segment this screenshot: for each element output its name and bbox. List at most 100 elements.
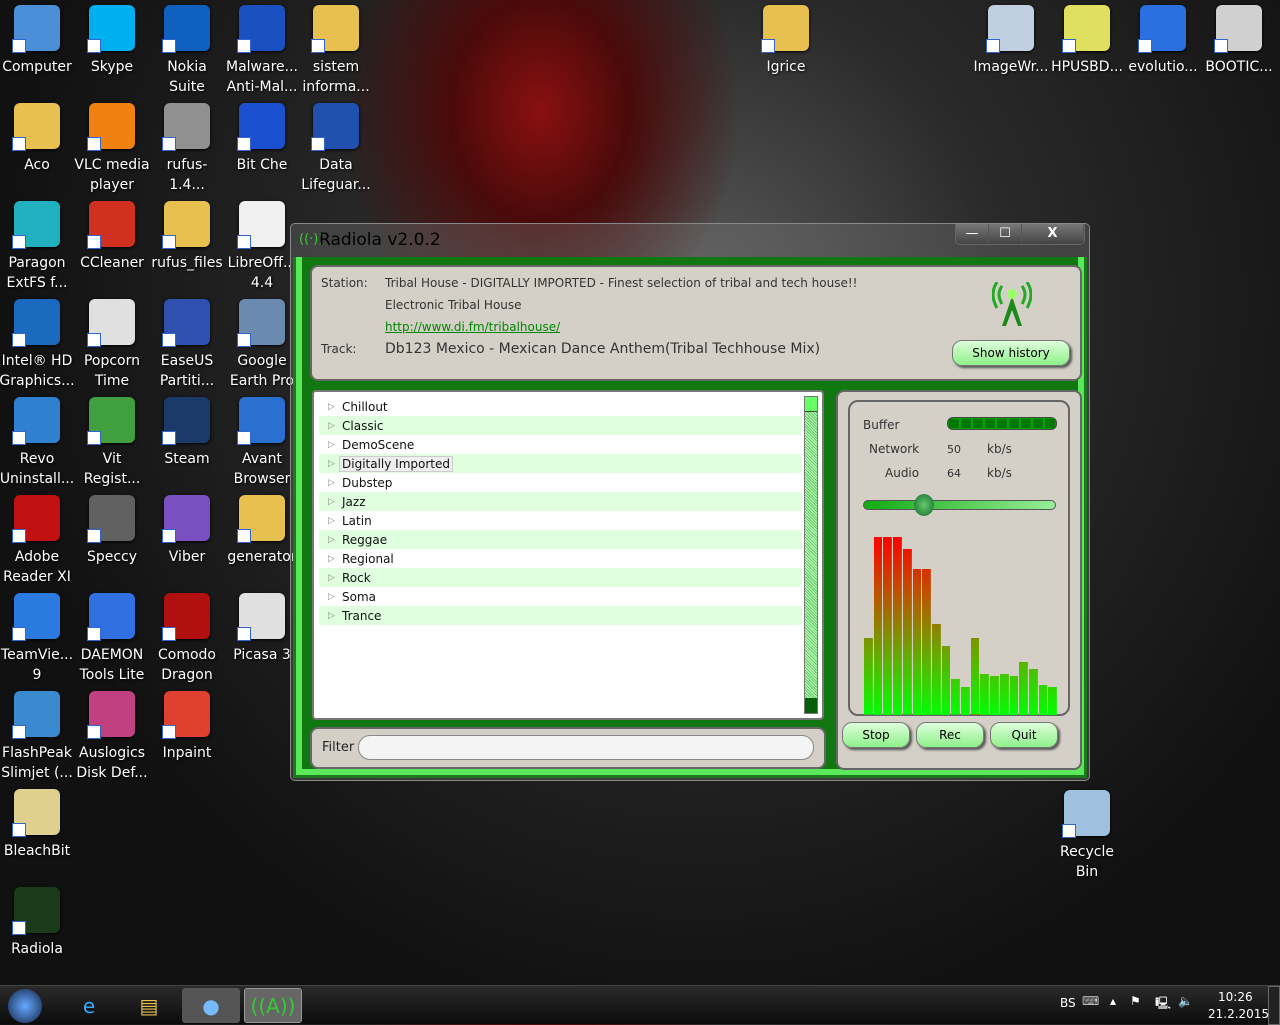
desktop-icon[interactable]: Recycle Bin (1049, 790, 1125, 888)
desktop-icon[interactable]: Speccy (74, 495, 150, 593)
desktop-icon-label: Malware... Anti-Mal... (226, 59, 298, 95)
desktop-icon[interactable]: Radiola (0, 887, 75, 985)
expand-arrow-icon[interactable]: ▷ (319, 554, 342, 564)
category-item[interactable]: ▷ Trance (319, 606, 802, 625)
internet-explorer-icon[interactable]: e (60, 988, 118, 1023)
filter-input[interactable] (358, 735, 814, 760)
desktop-icon-label: Recycle Bin (1060, 844, 1114, 880)
station-url-link[interactable]: http://www.di.fm/tribalhouse/ (385, 320, 560, 334)
desktop-icon[interactable]: Picasa 3 (224, 593, 300, 691)
keyboard-icon[interactable]: ⌨ (1082, 994, 1099, 1008)
expand-arrow-icon[interactable]: ▷ (319, 478, 342, 488)
desktop-icon[interactable]: CCleaner (74, 201, 150, 299)
desktop-icon[interactable]: VLC media player (74, 103, 150, 201)
desktop-icon-label: generator (227, 549, 297, 565)
rec-button[interactable]: Rec (916, 722, 984, 748)
quit-button[interactable]: Quit (990, 722, 1058, 748)
expand-arrow-icon[interactable]: ▷ (319, 516, 342, 526)
desktop-icon[interactable]: Nokia Suite (149, 5, 225, 103)
file-explorer-icon[interactable]: ▤ (120, 988, 178, 1023)
expand-arrow-icon[interactable]: ▷ (319, 402, 342, 412)
category-item[interactable]: ▷ Digitally Imported (319, 454, 802, 473)
desktop-icon[interactable]: generator (224, 495, 300, 593)
desktop-icon[interactable]: Vit Regist... (74, 397, 150, 495)
desktop-icon[interactable]: ImageWr... (973, 5, 1049, 103)
desktop-icon[interactable]: Comodo Dragon (149, 593, 225, 691)
desktop-igrice: Igrice (748, 5, 824, 103)
speaker-icon[interactable] (913, 494, 934, 516)
minimize-button[interactable]: — (956, 224, 989, 244)
show-hidden-icons[interactable]: ▴ (1110, 994, 1116, 1008)
desktop-icon[interactable]: Popcorn Time (74, 299, 150, 397)
desktop-icon[interactable]: EaseUS Partiti... (149, 299, 225, 397)
expand-arrow-icon[interactable]: ▷ (319, 573, 342, 583)
show-history-button[interactable]: Show history (952, 340, 1070, 366)
desktop-icon-label: Nokia Suite (167, 59, 207, 95)
desktop-icon[interactable]: Revo Uninstall... (0, 397, 75, 495)
desktop-icon[interactable]: Aco (0, 103, 75, 201)
desktop-icon[interactable]: rufus_files (149, 201, 225, 299)
desktop-icon-label: sistem informa... (302, 59, 370, 95)
desktop-icon[interactable]: Data Lifeguar... (298, 103, 374, 201)
desktop-icon[interactable]: Avant Browser (224, 397, 300, 495)
expand-arrow-icon[interactable]: ▷ (319, 440, 342, 450)
desktop-icon[interactable]: Skype (74, 5, 150, 103)
category-item[interactable]: ▷ Regional (319, 549, 802, 568)
desktop-icon[interactable]: sistem informa... (298, 5, 374, 103)
desktop-icon[interactable]: Computer (0, 5, 75, 103)
desktop-icon[interactable]: rufus-1.4... (149, 103, 225, 201)
close-button[interactable]: X (1022, 224, 1084, 244)
desktop-icon[interactable]: FlashPeak Slimjet (... (0, 691, 75, 789)
desktop-icon[interactable]: BOOTIC... (1201, 5, 1277, 103)
desktop-icon[interactable]: Bit Che (224, 103, 300, 201)
category-item[interactable]: ▷ Latin (319, 511, 802, 530)
category-item[interactable]: ▷ Chillout (319, 397, 802, 416)
app-icon (12, 495, 60, 543)
volume-slider[interactable] (863, 494, 1056, 516)
desktop-icon[interactable]: Inpaint (149, 691, 225, 789)
expand-arrow-icon[interactable]: ▷ (319, 421, 342, 431)
desktop-icon[interactable]: Auslogics Disk Def... (74, 691, 150, 789)
desktop-icon[interactable]: Paragon ExtFS f... (0, 201, 75, 299)
desktop-column-2: Skype VLC media player CCleaner Popcorn Tim… (74, 5, 150, 789)
category-item[interactable]: ▷ Reggae (319, 530, 802, 549)
show-desktop-button[interactable] (1268, 986, 1280, 1025)
scrollbar[interactable] (804, 396, 818, 714)
language-indicator[interactable]: BS (1060, 996, 1076, 1010)
desktop-icon[interactable]: Adobe Reader XI (0, 495, 75, 593)
desktop-icon[interactable]: TeamVie... 9 (0, 593, 75, 691)
category-item[interactable]: ▷ Soma (319, 587, 802, 606)
action-center-flag-icon[interactable]: ⚑ (1130, 994, 1141, 1008)
category-item[interactable]: ▷ Classic (319, 416, 802, 435)
maximize-button[interactable]: ☐ (989, 224, 1022, 244)
desktop-icon[interactable]: Steam (149, 397, 225, 495)
desktop-icon[interactable]: Google Earth Pro (224, 299, 300, 397)
app-icon (162, 299, 210, 347)
desktop-icon[interactable]: DAEMON Tools Lite (74, 593, 150, 691)
desktop-icon[interactable]: Igrice (748, 5, 824, 103)
category-item[interactable]: ▷ Rock (319, 568, 802, 587)
desktop-icon[interactable]: HPUSBD... (1049, 5, 1125, 103)
clock-date[interactable]: 21.2.2015 (1208, 1007, 1269, 1021)
category-item[interactable]: ▷ Jazz (319, 492, 802, 511)
desktop-icon[interactable]: Intel® HD Graphics... (0, 299, 75, 397)
category-item[interactable]: ▷ Dubstep (319, 473, 802, 492)
desktop-icon[interactable]: LibreOff... 4.4 (224, 201, 300, 299)
category-item[interactable]: ▷ DemoScene (319, 435, 802, 454)
desktop-icon[interactable]: Malware... Anti-Mal... (224, 5, 300, 103)
globe-app-icon[interactable]: ● (182, 988, 240, 1023)
volume-icon[interactable]: 🔈 (1178, 994, 1193, 1008)
expand-arrow-icon[interactable]: ▷ (319, 611, 342, 621)
start-button[interactable] (0, 988, 50, 1023)
expand-arrow-icon[interactable]: ▷ (319, 535, 342, 545)
desktop-icon[interactable]: evolutio... (1125, 5, 1201, 103)
radiola-taskbar-icon[interactable]: ((A)) (244, 988, 302, 1023)
app-icon (87, 201, 135, 249)
desktop-icon[interactable]: Viber (149, 495, 225, 593)
clock-time[interactable]: 10:26 (1218, 990, 1253, 1004)
desktop-icon[interactable]: BleachBit (0, 789, 75, 887)
stop-button[interactable]: Stop (842, 722, 910, 748)
expand-arrow-icon[interactable]: ▷ (319, 592, 342, 602)
expand-arrow-icon[interactable]: ▷ (319, 497, 342, 507)
network-icon[interactable]: 🖳 (1155, 994, 1171, 1015)
